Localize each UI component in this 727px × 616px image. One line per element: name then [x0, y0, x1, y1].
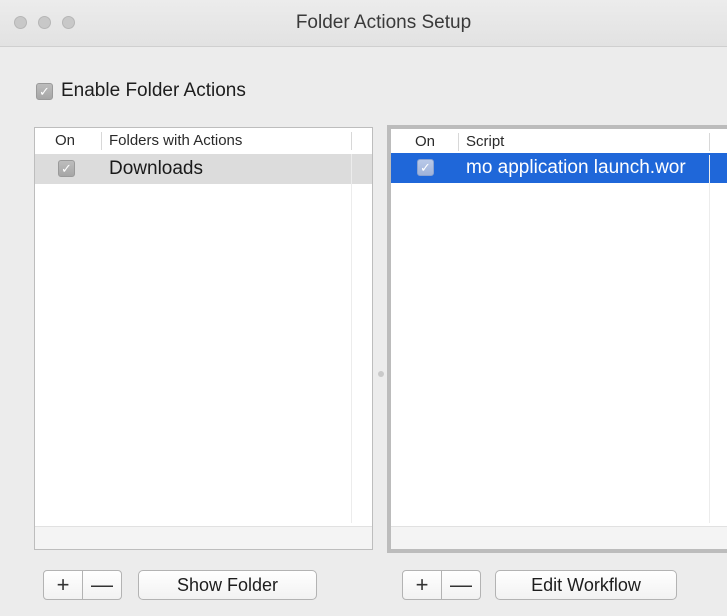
folder-name: Downloads: [109, 158, 203, 179]
edit-workflow-button[interactable]: Edit Workflow: [495, 570, 677, 600]
window-title: Folder Actions Setup: [295, 12, 472, 33]
add-folder-button[interactable]: +: [44, 571, 82, 599]
script-name: mo application launch.wor: [466, 157, 686, 178]
enable-folder-actions-option[interactable]: ✓ Enable Folder Actions: [36, 80, 246, 102]
split-view-handle[interactable]: [378, 371, 384, 377]
folders-table-header: On Folders with Actions: [35, 128, 372, 155]
enable-folder-actions-label[interactable]: Enable Folder Actions: [61, 80, 246, 102]
column-divider[interactable]: [709, 133, 710, 151]
column-divider[interactable]: [458, 133, 459, 151]
enable-folder-actions-checkbox[interactable]: ✓: [36, 82, 53, 100]
show-folder-button[interactable]: Show Folder: [138, 570, 317, 600]
column-header-on[interactable]: On: [55, 128, 75, 154]
script-on-checkbox[interactable]: ✓: [417, 159, 434, 176]
scripts-table[interactable]: On Script ✓ mo application launch.wor: [387, 125, 727, 553]
column-header-folders[interactable]: Folders with Actions: [109, 128, 242, 154]
folder-on-checkbox[interactable]: ✓: [58, 160, 75, 177]
script-add-remove-control: + —: [402, 570, 481, 600]
column-divider-line: [709, 155, 710, 523]
remove-folder-button[interactable]: —: [82, 571, 121, 599]
column-divider[interactable]: [351, 132, 352, 150]
column-header-script[interactable]: Script: [466, 129, 504, 155]
column-divider[interactable]: [101, 132, 102, 150]
add-script-button[interactable]: +: [403, 571, 441, 599]
table-row[interactable]: ✓ Downloads: [35, 154, 372, 184]
folder-add-remove-control: + —: [43, 570, 122, 600]
folders-table[interactable]: On Folders with Actions ✓ Downloads: [34, 127, 373, 550]
title-bar[interactable]: Folder Actions Setup: [0, 0, 727, 47]
remove-script-button[interactable]: —: [441, 571, 480, 599]
column-header-on[interactable]: On: [415, 129, 435, 155]
table-footer: [35, 526, 372, 549]
scripts-table-header: On Script: [391, 129, 727, 156]
table-footer: [391, 526, 727, 549]
column-divider-line: [351, 154, 352, 523]
table-row[interactable]: ✓ mo application launch.wor: [391, 153, 727, 183]
